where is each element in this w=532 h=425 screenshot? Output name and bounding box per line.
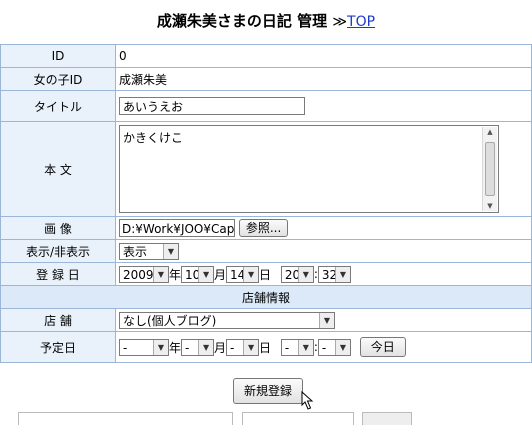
store-select[interactable]: なし(個人ブログ) ▼ (119, 311, 335, 329)
scroll-thumb[interactable] (485, 142, 495, 196)
chevron-down-icon: ▼ (198, 266, 214, 282)
sched-hour-select[interactable]: - ▼ (280, 338, 314, 356)
reg-hour-select[interactable]: 20 ▼ (280, 265, 314, 283)
body-label: 本 文 (0, 121, 116, 217)
partial-input-left[interactable] (18, 412, 233, 425)
chevron-down-icon: ▼ (243, 266, 259, 282)
sched-month-unit: 月 (214, 340, 227, 355)
reg-year-value: 2009 (123, 267, 154, 282)
sched-minute-value: - (321, 340, 327, 355)
chevron-down-icon: ▼ (334, 339, 350, 355)
reg-year-select[interactable]: 2009 ▼ (119, 265, 169, 283)
reg-date-label: 登 録 日 (0, 262, 116, 286)
visibility-select[interactable]: 表示 ▼ (119, 242, 179, 260)
scroll-down-icon[interactable]: ▼ (483, 202, 497, 210)
body-textarea[interactable]: かきくけこ ▲ ▼ (119, 125, 499, 213)
schedule-label: 予定日 (0, 331, 116, 363)
sched-hour-value: - (284, 340, 290, 355)
chevron-down-icon: ▼ (153, 339, 168, 355)
sched-year-unit: 年 (169, 340, 182, 355)
id-value: 0 (115, 44, 532, 68)
reg-minute-select[interactable]: 32 ▼ (317, 265, 351, 283)
chevron-down-icon: ▼ (297, 339, 313, 355)
sched-day-unit: 日 (259, 340, 272, 355)
image-label: 画 像 (0, 216, 116, 240)
store-label: 店 舗 (0, 308, 116, 332)
girl-id-label: 女の子ID (0, 67, 116, 91)
reg-month-unit: 月 (214, 267, 227, 282)
partial-input-mid[interactable] (242, 412, 354, 425)
reg-year-unit: 年 (169, 267, 182, 282)
image-path-input[interactable]: D:¥Work¥JOO¥Capt (119, 219, 235, 237)
chevron-down-icon: ▼ (198, 339, 214, 355)
bottom-partial-controls (0, 412, 532, 425)
sched-month-select[interactable]: - ▼ (181, 338, 215, 356)
store-value: なし(個人ブログ) (123, 313, 217, 328)
body-text: かきくけこ (123, 131, 184, 145)
girl-id-value: 成瀬朱美 (115, 67, 532, 91)
sched-minute-select[interactable]: - ▼ (317, 338, 351, 356)
page-title-text: 成瀬朱美さまの日記 管理 (156, 12, 328, 30)
title-input[interactable]: あいうえお (119, 97, 305, 115)
chevron-down-icon: ▼ (243, 339, 259, 355)
sched-day-value: - (230, 340, 235, 355)
chevron-down-icon: ▼ (153, 266, 168, 282)
pointer-cursor-icon (301, 390, 314, 410)
title-label: タイトル (0, 90, 116, 122)
chevron-down-icon: ▼ (297, 266, 313, 282)
visibility-label: 表示/非表示 (0, 239, 116, 263)
body-scrollbar[interactable]: ▲ ▼ (482, 127, 497, 211)
partial-button[interactable] (362, 412, 412, 425)
chevron-down-icon: ▼ (319, 312, 334, 328)
reg-day-select[interactable]: 14 ▼ (226, 265, 260, 283)
id-label: ID (0, 44, 116, 68)
reg-day-unit: 日 (259, 267, 272, 282)
today-button[interactable]: 今日 (359, 337, 406, 357)
chevron-down-icon: ▼ (334, 266, 350, 282)
browse-button[interactable]: 参照... (238, 219, 289, 237)
sched-year-select[interactable]: - ▼ (119, 338, 169, 356)
store-section-header: 店舗情報 (0, 285, 532, 309)
page-title: 成瀬朱美さまの日記 管理 ≫TOP (0, 10, 532, 32)
diary-form: ID 0 女の子ID 成瀬朱美 タイトル あいうえお 本 文 かきくけこ ▲ ▼… (0, 44, 532, 363)
scroll-up-icon[interactable]: ▲ (483, 128, 497, 136)
sched-year-value: - (123, 340, 128, 355)
submit-button[interactable]: 新規登録 (233, 378, 304, 404)
sched-month-value: - (185, 340, 190, 355)
top-link[interactable]: TOP (347, 14, 375, 30)
reg-month-select[interactable]: 10 ▼ (181, 265, 215, 283)
breadcrumb-separator: ≫ (332, 14, 348, 30)
sched-day-select[interactable]: - ▼ (226, 338, 260, 356)
chevron-down-icon: ▼ (163, 243, 178, 259)
visibility-value: 表示 (123, 244, 148, 259)
